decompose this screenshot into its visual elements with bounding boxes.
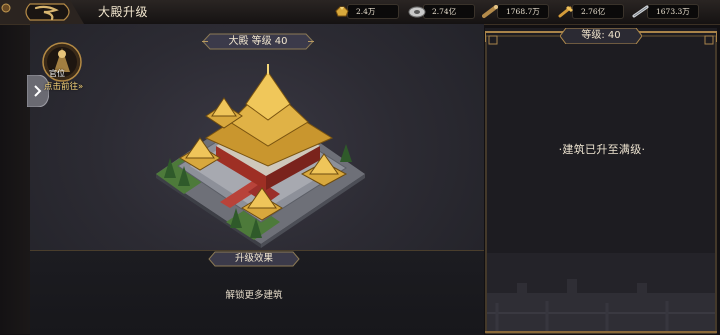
level-tag: 等级: 40 — [581, 30, 621, 41]
gold-ingot-icon — [335, 6, 349, 17]
resource-gold[interactable]: 2.4万 — [334, 4, 399, 19]
back-button[interactable] — [0, 0, 84, 24]
goto-link[interactable]: 点击前往» — [44, 80, 83, 92]
resource-iron[interactable]: 1673.3万 — [632, 4, 699, 19]
iron-bar-icon — [632, 5, 649, 18]
palace-illustration — [156, 64, 365, 248]
effect-description: 解锁更多建筑 — [225, 290, 283, 301]
resource-gold-value: 2.4万 — [347, 4, 399, 19]
grain-sack-icon — [558, 6, 573, 18]
resource-timber[interactable]: 1768.7万 — [482, 4, 549, 19]
resource-silver[interactable]: 2.74亿 — [408, 4, 475, 19]
resource-grain-value: 2.76亿 — [572, 4, 624, 19]
building-title: 大殿 等级 40 — [228, 36, 288, 47]
resource-timber-value: 1768.7万 — [497, 4, 549, 19]
resource-iron-value: 1673.3万 — [647, 4, 699, 19]
page-title: 大殿升级 — [98, 5, 149, 19]
timber-log-icon — [482, 5, 498, 18]
top-bar: 大殿升级 2.4万 2.74亿 1768.7万 2.76亿 1673.3万 — [0, 0, 720, 25]
screen-edge — [0, 0, 30, 334]
resource-grain[interactable]: 2.76亿 — [557, 4, 624, 19]
max-level-status: ·建筑已升至满级· — [558, 143, 646, 156]
silver-coin-icon — [408, 6, 426, 18]
fortress-background-art — [487, 253, 715, 331]
resource-silver-value: 2.74亿 — [423, 4, 475, 19]
effect-title: 升级效果 — [234, 253, 273, 264]
rank-label: 官位 — [49, 69, 65, 78]
